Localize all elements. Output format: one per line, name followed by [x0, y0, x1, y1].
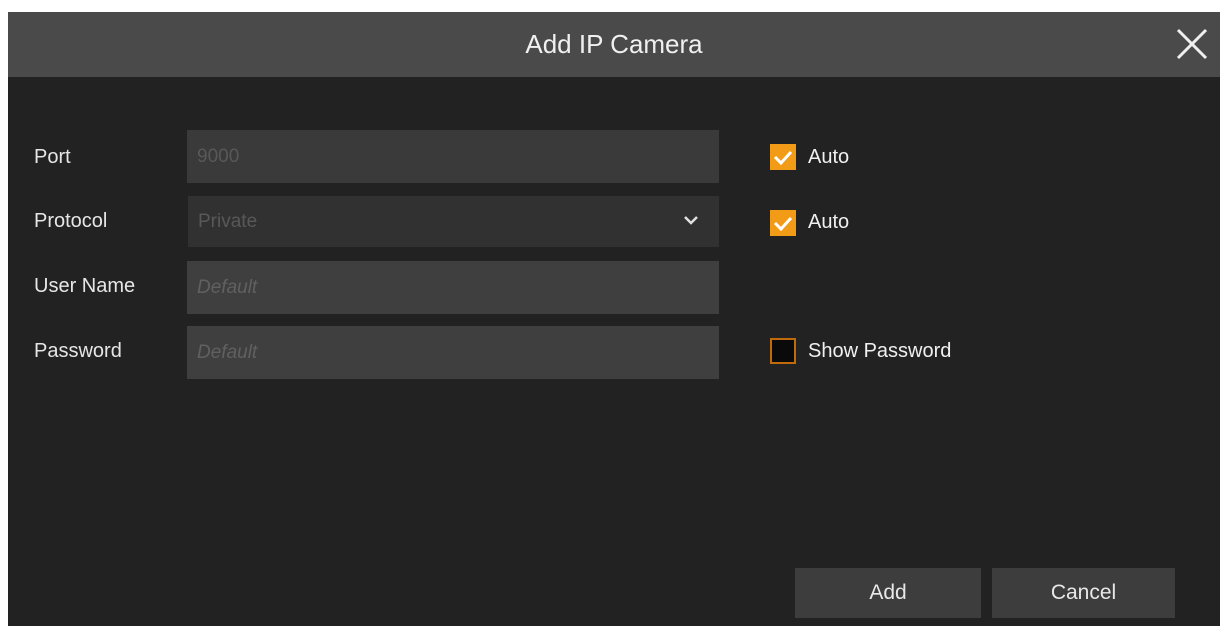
port-value: 9000: [197, 145, 240, 167]
show-password-checkbox[interactable]: [770, 338, 796, 364]
checkmark-icon: [773, 216, 793, 231]
username-label: User Name: [34, 275, 136, 297]
cancel-button[interactable]: Cancel: [992, 568, 1175, 618]
protocol-auto-checkbox[interactable]: [770, 210, 796, 236]
username-placeholder: Default: [197, 276, 258, 298]
port-field[interactable]: 9000: [187, 130, 719, 183]
password-placeholder: Default: [197, 341, 258, 363]
password-field[interactable]: Default: [187, 326, 719, 379]
port-auto-checkbox[interactable]: [770, 144, 796, 170]
checkmark-icon: [773, 150, 793, 165]
chevron-down-icon: [684, 216, 698, 225]
dialog-titlebar: Add IP Camera: [8, 12, 1220, 77]
add-button[interactable]: Add: [795, 568, 981, 618]
username-field[interactable]: Default: [187, 261, 719, 314]
show-password-label: Show Password: [808, 340, 952, 362]
protocol-select[interactable]: Private: [188, 196, 719, 247]
add-ip-camera-dialog: Add IP Camera Port 9000 Auto Protocol Pr…: [8, 12, 1220, 626]
protocol-label: Protocol: [34, 210, 108, 232]
protocol-auto-label: Auto: [808, 211, 850, 233]
port-label: Port: [34, 146, 71, 168]
protocol-value: Private: [198, 210, 258, 232]
port-auto-label: Auto: [808, 146, 850, 168]
password-label: Password: [34, 340, 122, 362]
close-icon[interactable]: [1174, 26, 1210, 62]
dialog-title: Add IP Camera: [525, 29, 703, 59]
